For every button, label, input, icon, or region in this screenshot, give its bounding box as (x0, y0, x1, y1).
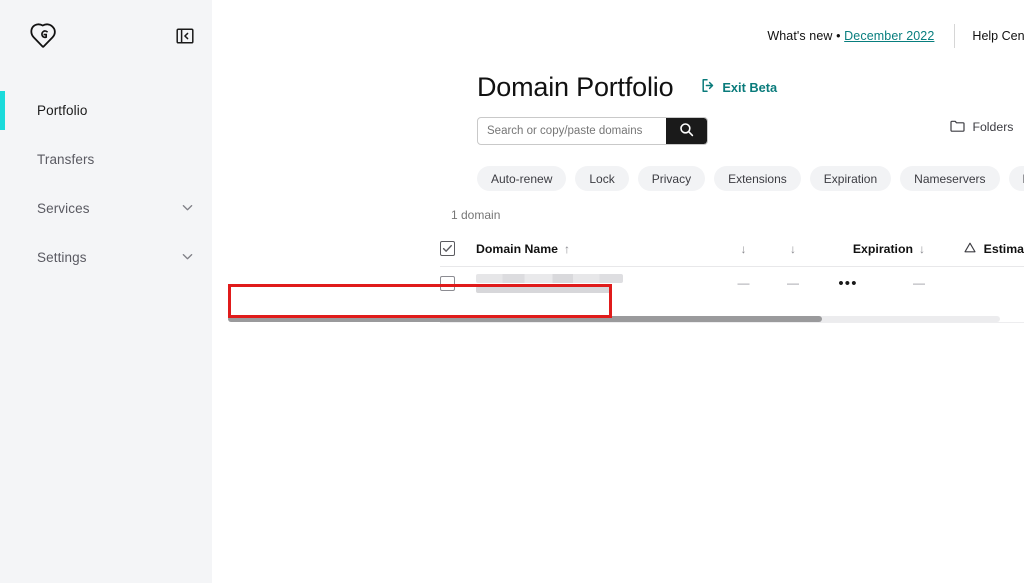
whats-new: What's new • December 2022 (767, 29, 934, 43)
sort-arrow-icon: ↑ (564, 241, 571, 256)
filter-pill-more[interactable]: More (1008, 166, 1024, 191)
sidebar-item-settings[interactable]: Settings (0, 233, 212, 282)
sidebar-item-label: Transfers (37, 152, 95, 167)
divider (954, 24, 956, 48)
row-separator (440, 322, 1024, 323)
sidebar: Portfolio Transfers Services Settings (0, 0, 212, 583)
sidebar-item-label: Portfolio (37, 103, 88, 118)
search-button[interactable] (666, 118, 707, 144)
column-unlabeled-2[interactable]: ↓ (761, 242, 825, 256)
column-label: Expiration (852, 241, 913, 256)
exit-beta-button[interactable]: Exit Beta (701, 78, 777, 96)
sidebar-item-services[interactable]: Services (0, 184, 212, 233)
select-all-checkbox[interactable] (440, 241, 455, 256)
sidebar-item-transfers[interactable]: Transfers (0, 135, 212, 184)
cell-estimated-value: — (925, 276, 1024, 290)
filter-pill-privacy[interactable]: Privacy (637, 166, 706, 191)
sidebar-nav: Portfolio Transfers Services Settings (0, 72, 212, 282)
chevron-down-icon (181, 201, 194, 217)
column-unlabeled-1[interactable]: ↓ (726, 242, 761, 256)
panel-collapse-icon[interactable] (175, 27, 194, 46)
chevron-down-icon (181, 250, 194, 266)
warning-triangle-icon (964, 242, 976, 256)
table-horizontal-scrollbar[interactable] (228, 316, 1000, 322)
sort-arrow-icon: ↓ (740, 241, 747, 256)
filter-pill-extensions[interactable]: Extensions (714, 166, 801, 191)
search-toolbar-row: Folders Profiles (212, 117, 1024, 145)
table-header-row: Domain Name ↑ ↓ ↓ Expiration ↓ Estima (440, 231, 1024, 267)
search-box (477, 117, 708, 145)
godaddy-logo[interactable] (30, 23, 60, 49)
sidebar-item-portfolio[interactable]: Portfolio (0, 86, 212, 135)
table-toolbar: Folders Profiles (950, 118, 1024, 136)
cell-unlabeled-2: — (787, 276, 799, 290)
search-icon (679, 122, 694, 140)
row-actions-menu[interactable]: ••• (825, 276, 871, 291)
table-row[interactable]: — — ••• — — — (440, 267, 1024, 299)
top-bar: What's new • December 2022 Help Center (212, 0, 1024, 72)
filter-pill-lock[interactable]: Lock (575, 166, 629, 191)
filter-pills: Auto-renew Lock Privacy Extensions Expir… (212, 166, 1024, 191)
column-label: Domain Name (476, 241, 559, 256)
sidebar-item-label: Services (37, 201, 90, 216)
exit-icon (701, 78, 716, 96)
main-content: What's new • December 2022 Help Center (212, 0, 1024, 583)
domains-table: Domain Name ↑ ↓ ↓ Expiration ↓ Estima — … (212, 231, 1024, 299)
page-header: Domain Portfolio Exit Beta (212, 72, 1024, 103)
filter-pill-nameservers[interactable]: Nameservers (900, 166, 1000, 191)
column-domain-name[interactable]: Domain Name ↑ (476, 242, 726, 256)
help-center-link[interactable]: Help Center (972, 29, 1024, 43)
folders-label: Folders (972, 120, 1014, 134)
folders-button[interactable]: Folders (950, 119, 1013, 136)
whats-new-prefix: What's new • (767, 29, 841, 43)
column-expiration[interactable]: Expiration ↓ (825, 242, 925, 256)
whats-new-link[interactable]: December 2022 (844, 29, 934, 43)
redacted-domain-line-2 (476, 285, 611, 293)
column-label: Estimated Value (983, 241, 1024, 256)
search-input[interactable] (478, 118, 666, 144)
filter-pill-expiration[interactable]: Expiration (809, 166, 892, 191)
row-select-checkbox[interactable] (440, 275, 455, 291)
column-estimated-value[interactable]: Estimated Value ↓ (925, 242, 1024, 256)
scrollbar-thumb[interactable] (228, 316, 822, 322)
result-count: 1 domain (451, 208, 501, 222)
sidebar-header (0, 0, 212, 72)
redacted-domain-line-1 (476, 273, 623, 283)
sort-arrow-icon: ↓ (790, 241, 796, 256)
app-root: Portfolio Transfers Services Settings Wh… (0, 0, 1024, 583)
sidebar-item-label: Settings (37, 250, 87, 265)
cell-expiration: — (913, 276, 925, 290)
cell-unlabeled-1: — (737, 276, 750, 290)
page-title: Domain Portfolio (477, 72, 674, 102)
folder-icon (950, 119, 966, 136)
filter-pill-auto-renew[interactable]: Auto-renew (477, 166, 567, 191)
domain-name-cell (476, 273, 726, 293)
exit-beta-label: Exit Beta (722, 79, 778, 95)
